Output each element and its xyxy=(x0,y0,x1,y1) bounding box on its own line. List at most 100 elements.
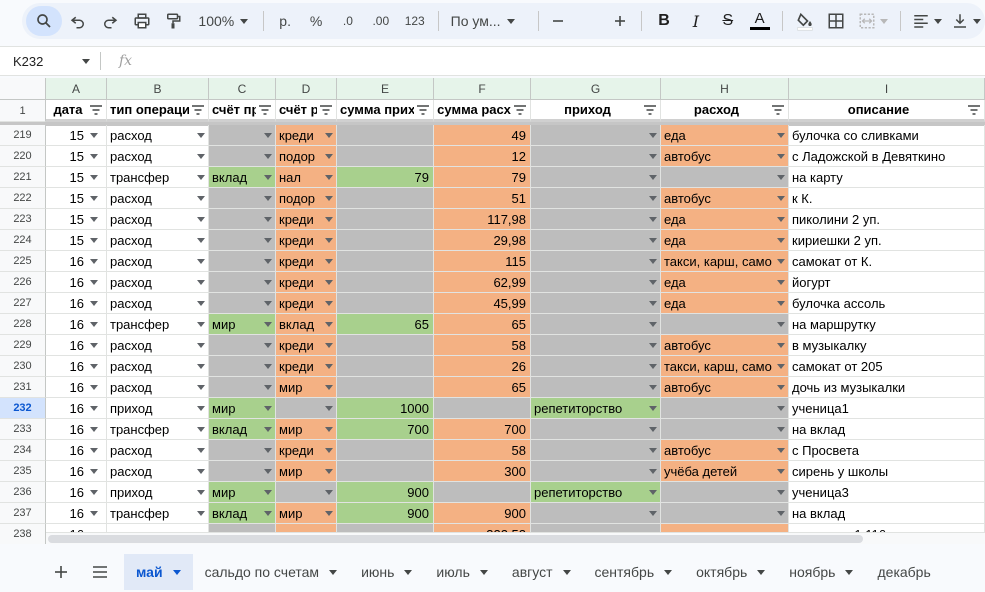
cell-a[interactable]: 16 xyxy=(46,272,107,293)
cell-b[interactable]: расход xyxy=(107,146,209,167)
cell-g[interactable] xyxy=(531,419,661,440)
cell-h[interactable]: автобус xyxy=(661,335,789,356)
cell-i[interactable]: на маршрутку xyxy=(789,314,985,335)
row-header[interactable]: 222 xyxy=(0,188,46,209)
cell-g[interactable] xyxy=(531,314,661,335)
cell-i[interactable]: с Ладожской в Девяткино xyxy=(789,146,985,167)
cell-f[interactable]: 700 xyxy=(434,419,531,440)
dropdown-chevron-icon[interactable] xyxy=(90,132,98,138)
redo-button[interactable] xyxy=(94,6,126,36)
row-header[interactable]: 225 xyxy=(0,251,46,272)
header-cell[interactable]: описание xyxy=(789,100,985,122)
dropdown-chevron-icon[interactable] xyxy=(325,153,333,159)
cell-d[interactable] xyxy=(276,482,337,503)
dropdown-chevron-icon[interactable] xyxy=(90,384,98,390)
dropdown-chevron-icon[interactable] xyxy=(777,237,785,243)
cell-i[interactable]: на вклад xyxy=(789,503,985,524)
dropdown-chevron-icon[interactable] xyxy=(197,258,205,264)
cell-h[interactable]: еда xyxy=(661,230,789,251)
dropdown-chevron-icon[interactable] xyxy=(197,447,205,453)
cell-i[interactable]: на вклад xyxy=(789,419,985,440)
cell-g[interactable] xyxy=(531,272,661,293)
cell-a[interactable]: 16 xyxy=(46,251,107,272)
cell-f[interactable]: 79 xyxy=(434,167,531,188)
filter-icon[interactable] xyxy=(513,104,527,116)
sheet-tab[interactable]: июль xyxy=(424,554,499,590)
dropdown-chevron-icon[interactable] xyxy=(325,342,333,348)
dropdown-chevron-icon[interactable] xyxy=(264,132,272,138)
cell-c[interactable] xyxy=(209,461,276,482)
cell-a[interactable]: 16 xyxy=(46,314,107,335)
filter-icon[interactable] xyxy=(89,104,103,116)
cell-i[interactable]: к К. xyxy=(789,188,985,209)
cell-a[interactable]: 16 xyxy=(46,482,107,503)
dropdown-chevron-icon[interactable] xyxy=(264,300,272,306)
cell-f[interactable]: 62,99 xyxy=(434,272,531,293)
dropdown-chevron-icon[interactable] xyxy=(777,300,785,306)
cell-a[interactable]: 16 xyxy=(46,293,107,314)
cell-e[interactable]: 1000 xyxy=(337,398,434,419)
dropdown-chevron-icon[interactable] xyxy=(90,426,98,432)
cell-b[interactable]: трансфер xyxy=(107,419,209,440)
cell-f[interactable]: 65 xyxy=(434,314,531,335)
dropdown-chevron-icon[interactable] xyxy=(325,216,333,222)
dropdown-chevron-icon[interactable] xyxy=(777,342,785,348)
dropdown-chevron-icon[interactable] xyxy=(325,174,333,180)
paint-format-button[interactable] xyxy=(158,6,190,36)
dropdown-chevron-icon[interactable] xyxy=(777,510,785,516)
dropdown-chevron-icon[interactable] xyxy=(777,216,785,222)
cell-g[interactable]: репетиторство xyxy=(531,398,661,419)
cell-f[interactable]: 115 xyxy=(434,251,531,272)
cell-b[interactable]: приход xyxy=(107,398,209,419)
cell-e[interactable]: 900 xyxy=(337,482,434,503)
cell-f[interactable]: 900 xyxy=(434,503,531,524)
cell-h[interactable]: автобус xyxy=(661,188,789,209)
cell-e[interactable] xyxy=(337,230,434,251)
cell-d[interactable]: креди xyxy=(276,356,337,377)
cell-b[interactable]: расход xyxy=(107,293,209,314)
filter-icon[interactable] xyxy=(967,104,981,116)
sheet-tab[interactable]: сентябрь xyxy=(583,554,685,590)
dropdown-chevron-icon[interactable] xyxy=(197,489,205,495)
dropdown-chevron-icon[interactable] xyxy=(197,321,205,327)
cell-e[interactable] xyxy=(337,377,434,398)
cell-b[interactable]: расход xyxy=(107,230,209,251)
cell-e[interactable] xyxy=(337,209,434,230)
dropdown-chevron-icon[interactable] xyxy=(325,279,333,285)
more-formats-button[interactable]: 123 xyxy=(398,6,432,36)
fill-color-button[interactable] xyxy=(789,6,821,36)
cell-h[interactable]: автобус xyxy=(661,377,789,398)
cell-h[interactable]: автобус xyxy=(661,440,789,461)
cell-g[interactable] xyxy=(531,335,661,356)
row-header[interactable]: 1 xyxy=(0,100,46,122)
cell-a[interactable]: 16 xyxy=(46,440,107,461)
dropdown-chevron-icon[interactable] xyxy=(649,447,657,453)
cell-g[interactable] xyxy=(531,461,661,482)
cell-h[interactable] xyxy=(661,419,789,440)
dropdown-chevron-icon[interactable] xyxy=(264,258,272,264)
dropdown-chevron-icon[interactable] xyxy=(264,426,272,432)
cell-f[interactable]: 58 xyxy=(434,335,531,356)
cell-f[interactable]: 117,98 xyxy=(434,209,531,230)
dropdown-chevron-icon[interactable] xyxy=(90,300,98,306)
dropdown-chevron-icon[interactable] xyxy=(777,195,785,201)
cell-a[interactable]: 16 xyxy=(46,398,107,419)
cell-h[interactable]: автобус xyxy=(661,146,789,167)
dropdown-chevron-icon[interactable] xyxy=(264,510,272,516)
column-header-h[interactable]: H xyxy=(661,78,789,100)
dropdown-chevron-icon[interactable] xyxy=(649,342,657,348)
dropdown-chevron-icon[interactable] xyxy=(649,195,657,201)
cell-a[interactable]: 16 xyxy=(46,503,107,524)
cell-h[interactable] xyxy=(661,482,789,503)
cell-a[interactable]: 16 xyxy=(46,419,107,440)
cell-d[interactable]: креди xyxy=(276,293,337,314)
dropdown-chevron-icon[interactable] xyxy=(325,237,333,243)
header-cell[interactable]: тип операции xyxy=(107,100,209,122)
row-header[interactable]: 219 xyxy=(0,125,46,146)
dropdown-chevron-icon[interactable] xyxy=(264,405,272,411)
undo-button[interactable] xyxy=(62,6,94,36)
dropdown-chevron-icon[interactable] xyxy=(90,342,98,348)
dropdown-chevron-icon[interactable] xyxy=(197,216,205,222)
zoom-select[interactable]: 100% xyxy=(189,6,257,36)
cell-a[interactable]: 15 xyxy=(46,209,107,230)
